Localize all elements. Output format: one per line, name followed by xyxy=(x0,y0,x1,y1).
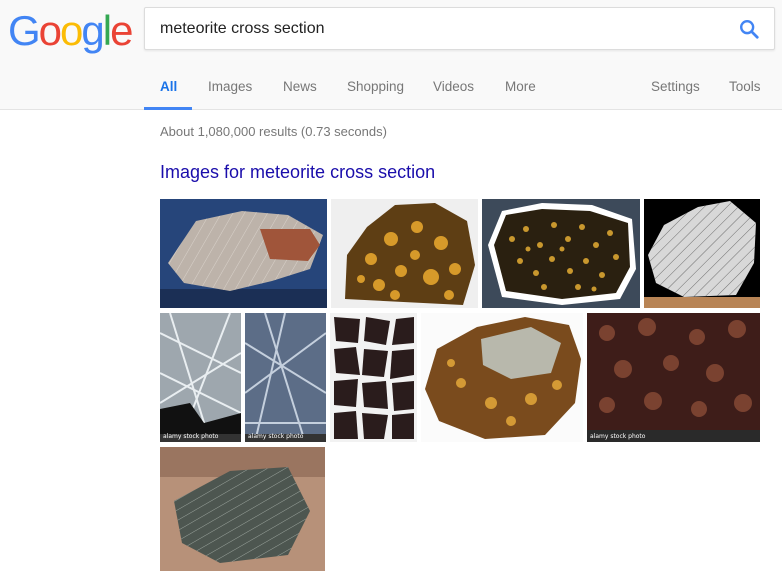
search-button[interactable] xyxy=(738,18,760,40)
image-result-7[interactable] xyxy=(330,313,417,442)
search-tabs: All Images News Shopping Videos More Set… xyxy=(0,70,782,110)
tab-images[interactable]: Images xyxy=(208,79,252,94)
image-result-8[interactable] xyxy=(421,313,583,442)
tab-all[interactable]: All xyxy=(160,79,177,94)
image-result-9[interactable]: alamy stock photo xyxy=(587,313,760,442)
tab-tools[interactable]: Tools xyxy=(729,79,761,94)
logo-letter-o1: o xyxy=(38,7,62,54)
search-icon xyxy=(740,20,759,39)
image-result-1[interactable] xyxy=(160,199,327,308)
logo-letter-g: G xyxy=(8,7,41,54)
logo-letter-g2: g xyxy=(81,7,104,54)
image-result-4[interactable] xyxy=(644,199,760,308)
result-stats: About 1,080,000 results (0.73 seconds) xyxy=(160,124,387,139)
search-header: Google All Images News Shopping Videos M… xyxy=(0,0,782,110)
search-box xyxy=(144,7,775,50)
tab-shopping[interactable]: Shopping xyxy=(347,79,404,94)
image-result-3[interactable] xyxy=(482,199,640,308)
image-result-10[interactable] xyxy=(160,447,325,571)
tab-videos[interactable]: Videos xyxy=(433,79,474,94)
google-logo[interactable]: Google xyxy=(8,7,133,54)
images-heading-link[interactable]: Images for meteorite cross section xyxy=(160,162,435,183)
tab-news[interactable]: News xyxy=(283,79,317,94)
image-result-6[interactable]: alamy stock photo xyxy=(245,313,326,442)
active-tab-indicator xyxy=(144,107,192,110)
logo-letter-o2: o xyxy=(60,7,83,54)
watermark-text: alamy stock photo xyxy=(248,433,304,440)
search-input[interactable] xyxy=(160,18,720,40)
tab-more[interactable]: More xyxy=(505,79,536,94)
logo-letter-l: l xyxy=(102,7,112,54)
watermark-text: alamy stock photo xyxy=(590,433,646,440)
logo-letter-e: e xyxy=(110,7,133,54)
image-result-2[interactable] xyxy=(331,199,478,308)
image-result-5[interactable]: alamy stock photo xyxy=(160,313,241,442)
tab-settings[interactable]: Settings xyxy=(651,79,700,94)
watermark-text: alamy stock photo xyxy=(163,433,219,440)
